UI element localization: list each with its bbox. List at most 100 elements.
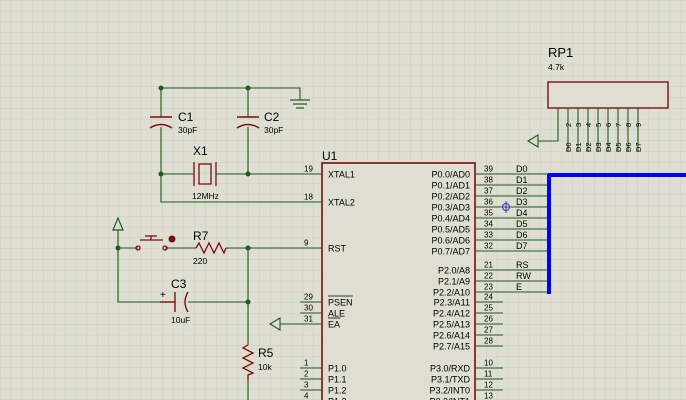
u1-pin-name: P1.1 [328, 375, 347, 385]
rp1-pin-number: 7 [614, 123, 623, 127]
u1-pin-number: 22 [484, 272, 493, 281]
net-label: D7 [516, 241, 528, 251]
net-label: RW [516, 271, 531, 281]
u1-pin-number: 31 [304, 315, 313, 324]
u1-pin-name: P3.2/INT0 [429, 386, 470, 396]
u1-pin-name: P3.0/RXD [430, 364, 471, 374]
net-label: D5 [516, 219, 528, 229]
u1-pin-number: 18 [304, 193, 313, 202]
net-label: D4 [516, 208, 528, 218]
u1-pin-name: EA [328, 320, 340, 330]
u1-pin-name: P2.0/A8 [438, 266, 470, 276]
u1-pin-name: P0.4/AD4 [431, 214, 470, 224]
rp1-value: 4.7k [548, 62, 565, 72]
button-actuator-dot[interactable] [168, 235, 176, 243]
u1-pin-number: 21 [484, 261, 493, 270]
net-label: D3 [516, 197, 528, 207]
u1-pin-name: P0.1/AD1 [431, 181, 470, 191]
u1-pin-number: 32 [484, 242, 493, 251]
rp1-pin-number: 9 [634, 123, 643, 127]
rp1-pin-number: 4 [584, 123, 593, 127]
u1-pin-name: P1.0 [328, 364, 347, 374]
u1-pin-number: 25 [484, 304, 493, 313]
u1-pin-name: RST [328, 244, 347, 254]
net-label: RS [516, 260, 529, 270]
x1-ref: X1 [193, 144, 208, 158]
u1-pin-number: 35 [484, 209, 493, 218]
net-label: E [516, 282, 522, 292]
rp1-pin-number: 8 [624, 123, 633, 127]
u1-pin-name: XTAL1 [328, 170, 355, 180]
u1-pin-number: 11 [484, 370, 493, 379]
u1-pin-name: P2.7/A15 [433, 342, 470, 352]
u1-pin-number: 1 [304, 359, 309, 368]
u1-pin-name: P3.3/INT1 [429, 397, 470, 400]
u1-pin-name: XTAL2 [328, 198, 355, 208]
r7-value: 220 [193, 256, 207, 266]
u1-pin-name: P0.2/AD2 [431, 192, 470, 202]
u1-pin-number: 39 [484, 165, 493, 174]
u1-pin-number: 28 [484, 337, 493, 346]
x1-value: 12MHz [192, 191, 219, 201]
u1-pin-name: P0.6/AD6 [431, 236, 470, 246]
rp1-pin-number: 5 [594, 123, 603, 127]
u1-pin-name: ALE [328, 309, 345, 319]
rp1-pin-number: 2 [564, 123, 573, 127]
c3-ref: C3 [171, 277, 187, 291]
u1-pin-number: 29 [304, 293, 313, 302]
u1-pin-name: P0.7/AD7 [431, 247, 470, 257]
u1-pin-name: P3.1/TXD [431, 375, 471, 385]
net-label: D1 [516, 175, 528, 185]
u1-pin-number: 23 [484, 283, 493, 292]
u1-pin-name: P2.3/A11 [434, 298, 470, 308]
rp1-pin-number: 3 [574, 123, 583, 127]
rp1-pin-label: D5 [614, 142, 623, 152]
net-label: D0 [516, 164, 528, 174]
u1-pin-number: 36 [484, 198, 493, 207]
rp1-pin-label: D0 [564, 142, 573, 152]
r7-ref: R7 [193, 229, 209, 243]
u1-ref: U1 [322, 149, 338, 163]
net-label: D6 [516, 230, 528, 240]
u1-pin-number: 37 [484, 187, 493, 196]
u1-pin-name: PSEN [328, 298, 353, 308]
c1-value: 30pF [178, 125, 197, 135]
c3-value: 10uF [171, 315, 190, 325]
u1-pin-number: 30 [304, 304, 313, 313]
u1-pin-number: 13 [484, 392, 493, 400]
u1-pin-number: 9 [304, 239, 309, 248]
u1-pin-name: P2.2/A10 [433, 288, 470, 298]
u1-pin-name: P0.3/AD3 [431, 203, 470, 213]
u1-pin-number: 26 [484, 315, 493, 324]
schematic-canvas[interactable]: C1 30pF C2 30pF X1 12MHz R7 220 + C3 10u… [0, 0, 686, 400]
u1-pin-number: 34 [484, 220, 493, 229]
c2-ref: C2 [264, 110, 280, 124]
u1-pin-number: 24 [484, 293, 493, 302]
rp1-pin-label: D4 [604, 142, 613, 152]
u1-pin-name: P1.2 [328, 386, 347, 396]
rp1-pin-label: D6 [624, 142, 633, 152]
u1-pin-name: P2.6/A14 [433, 331, 470, 341]
c3-polarity: + [160, 290, 166, 301]
u1-pin-number: 27 [484, 326, 493, 335]
rp1-pin-label: D2 [584, 142, 593, 152]
u1-pin-name: P2.1/A9 [438, 277, 470, 287]
u1-pin-number: 10 [484, 359, 493, 368]
rp1-pin-number: 6 [604, 123, 613, 127]
rp1-pin-label: D3 [594, 142, 603, 152]
rp1-body[interactable] [547, 81, 669, 109]
u1-pin-name: P1.3 [328, 397, 347, 400]
u1-pin-name: P0.5/AD5 [431, 225, 470, 235]
c1-ref: C1 [178, 110, 194, 124]
u1-pin-name: P2.4/A12 [433, 309, 470, 319]
u1-pin-number: 33 [484, 231, 493, 240]
u1-pin-number: 4 [304, 392, 309, 400]
u1-pin-number: 2 [304, 370, 309, 379]
r5-value: 10k [258, 362, 272, 372]
u1-pin-number: 3 [304, 381, 309, 390]
u1-pin-name: P0.0/AD0 [431, 170, 470, 180]
rp1-ref: RP1 [548, 45, 573, 60]
u1-pin-name: P2.5/A13 [433, 320, 470, 330]
rp1-pin-label: D1 [574, 142, 583, 152]
u1-pin-number: 19 [304, 165, 313, 174]
